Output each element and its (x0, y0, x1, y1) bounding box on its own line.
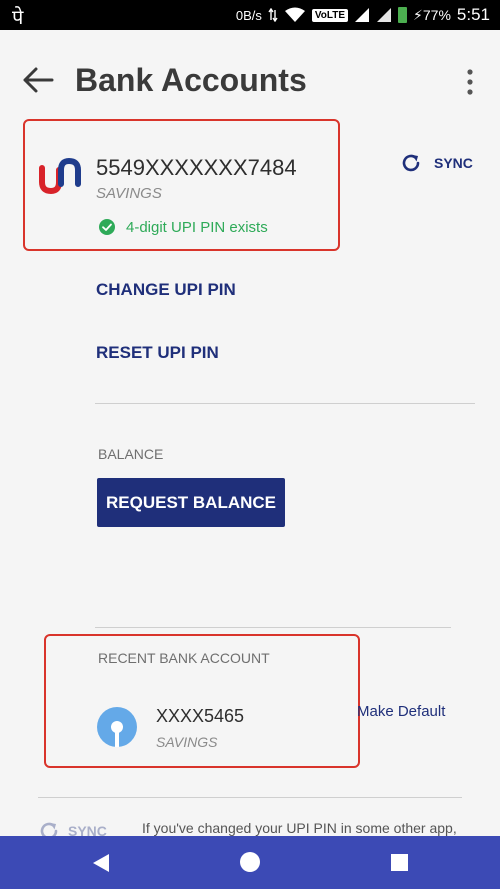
request-balance-button[interactable]: REQUEST BALANCE (97, 478, 285, 527)
more-options-icon[interactable] (460, 68, 480, 98)
signal-icon (355, 8, 370, 22)
system-nav-bar (0, 836, 500, 889)
nav-recents-icon[interactable] (391, 854, 408, 871)
pin-status: 4-digit UPI PIN exists (98, 218, 268, 236)
recent-account-type: SAVINGS (156, 734, 218, 750)
divider (38, 797, 462, 798)
volte-badge: VoLTE (311, 8, 349, 22)
status-indicators: 0B/s VoLTE ⚡77% 5:51 (236, 0, 490, 30)
divider (95, 403, 475, 404)
pin-status-text: 4-digit UPI PIN exists (126, 218, 268, 236)
divider (95, 627, 451, 628)
account-number: 5549XXXXXXX7484 (96, 155, 297, 180)
union-bank-logo-icon (39, 158, 81, 194)
make-default-link[interactable]: Make Default (357, 703, 445, 720)
data-arrows-icon (268, 8, 278, 22)
battery-icon (398, 7, 408, 23)
sync-button[interactable]: SYNC (400, 152, 473, 174)
clock: 5:51 (456, 5, 490, 24)
check-circle-icon (99, 219, 115, 235)
account-type: SAVINGS (96, 185, 162, 202)
wifi-icon (284, 7, 305, 22)
sync-label: SYNC (434, 155, 473, 171)
page-title: Bank Accounts (75, 62, 307, 98)
balance-label: BALANCE (98, 446, 164, 462)
signal-icon-2 (377, 8, 392, 22)
recent-account-label: RECENT BANK ACCOUNT (98, 650, 270, 666)
battery-level: ⚡77% (413, 6, 451, 23)
back-arrow-icon[interactable] (22, 66, 54, 94)
change-upi-pin-button[interactable]: CHANGE UPI PIN (96, 280, 236, 300)
recent-account-number: XXXX5465 (156, 706, 245, 726)
phonepe-app-icon: पे (12, 5, 24, 29)
app-header: Bank Accounts (0, 30, 500, 130)
network-speed: 0B/s (235, 7, 262, 23)
reset-upi-pin-button[interactable]: RESET UPI PIN (96, 343, 219, 363)
nav-back-icon[interactable] (92, 853, 110, 873)
nav-home-icon[interactable] (240, 852, 260, 872)
sbi-logo-icon (97, 707, 137, 747)
refresh-icon (402, 154, 420, 172)
sync-info-text: If you've changed your UPI PIN in some o… (142, 820, 457, 836)
status-bar: पे 0B/s VoLTE ⚡77% 5:51 (0, 0, 500, 30)
